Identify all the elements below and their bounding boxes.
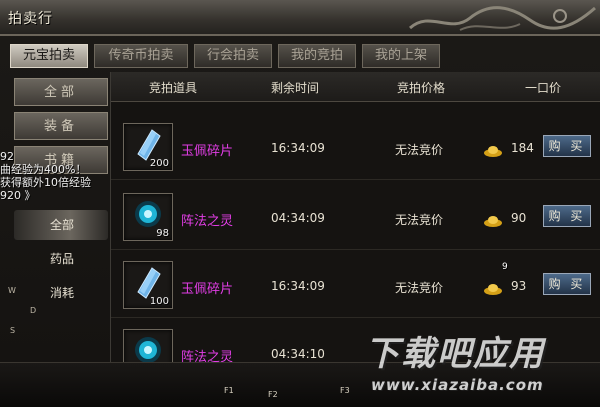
header-buyout: 一口价 [525, 81, 562, 95]
window-title: 拍卖行 [8, 11, 53, 27]
category-equipment[interactable]: 装备 [14, 112, 108, 140]
table-row[interactable]: 100 玉佩碎片 16:34:09 无法竞价 9 93 购 买 [111, 256, 600, 318]
bid-price: 无法竞价 [395, 281, 444, 295]
subtab-consumables[interactable]: 消耗 [14, 278, 108, 308]
row-divider [111, 249, 600, 250]
tab-my-listings[interactable]: 我的上架 [362, 44, 440, 68]
item-slot[interactable] [123, 329, 173, 362]
remaining-time: 16:34:09 [271, 141, 325, 155]
item-name: 玉佩碎片 [181, 282, 234, 297]
row-divider [111, 317, 600, 318]
buy-button[interactable]: 购 买 [543, 273, 591, 295]
remaining-time: 16:34:09 [271, 279, 325, 293]
header-time: 剩余时间 [271, 81, 320, 95]
hotkey-f3[interactable]: F3 [340, 386, 350, 395]
chat-line: 获得额外10倍经验 [0, 176, 91, 189]
remaining-time: 04:34:09 [271, 211, 325, 225]
dragon-ornament-icon [408, 6, 596, 31]
title-bar[interactable]: 拍卖行 [0, 0, 600, 36]
item-name: 阵法之灵 [181, 214, 234, 229]
item-name: 阵法之灵 [181, 350, 234, 362]
buy-button[interactable]: 购 买 [543, 135, 591, 157]
watermark-logo-text: 下载吧应用 [365, 334, 545, 374]
category-all[interactable]: 全部 [14, 78, 108, 106]
item-quantity: 200 [149, 158, 169, 169]
chat-line: 曲经验为400%！ [0, 163, 87, 176]
table-row[interactable]: 200 玉佩碎片 16:34:09 无法竞价 184 购 买 [111, 118, 600, 180]
overlay-number: 9 [502, 262, 508, 272]
bid-price: 无法竞价 [395, 213, 444, 227]
hotkey-f1[interactable]: F1 [224, 386, 234, 395]
item-quantity: 98 [156, 228, 169, 239]
item-slot[interactable]: 200 [123, 123, 173, 171]
chat-line: 920 》 [0, 189, 36, 202]
buyout-price: 93 [511, 279, 527, 293]
item-name: 玉佩碎片 [181, 144, 234, 159]
spirit-orb-icon [135, 201, 161, 227]
tab-my-bids[interactable]: 我的竞拍 [278, 44, 356, 68]
buyout-price: 184 [511, 141, 534, 155]
header-item: 竞拍道具 [149, 81, 198, 95]
subtab-potions[interactable]: 药品 [14, 244, 108, 274]
item-quantity: 100 [149, 296, 169, 307]
table-header: 竞拍道具 剩余时间 竞拍价格 一口价 [111, 72, 600, 102]
auction-list: 竞拍道具 剩余时间 竞拍价格 一口价 200 玉佩碎片 16:34:09 无法竞… [110, 72, 600, 362]
bid-price: 无法竞价 [395, 143, 444, 157]
item-slot[interactable]: 100 [123, 261, 173, 309]
row-divider [111, 179, 600, 180]
spirit-orb-icon [135, 337, 161, 362]
watermark-url: www.xiazaiba.com [371, 376, 544, 394]
header-price: 竞拍价格 [397, 81, 446, 95]
gold-ingot-icon [484, 284, 502, 295]
compass-d: D [30, 306, 37, 315]
remaining-time: 04:34:10 [271, 347, 325, 361]
compass-south: S [10, 326, 16, 335]
buyout-price: 90 [511, 211, 527, 225]
item-slot[interactable]: 98 [123, 193, 173, 241]
site-watermark: 下载吧应用 www.xiazaiba.com [365, 326, 595, 406]
tab-guild-auction[interactable]: 行会拍卖 [194, 44, 272, 68]
tab-yuanbao-auction[interactable]: 元宝拍卖 [10, 44, 88, 68]
auction-window: 拍卖行 元宝拍卖 传奇币拍卖 行会拍卖 我的竞拍 我的上架 全部 装备 书籍 全… [0, 0, 600, 407]
tab-coin-auction[interactable]: 传奇币拍卖 [94, 44, 188, 68]
buy-button[interactable]: 购 买 [543, 205, 591, 227]
crystal-shard-icon [137, 267, 161, 299]
crystal-shard-icon [137, 129, 161, 161]
hotkey-f2[interactable]: F2 [268, 390, 278, 399]
gold-ingot-icon [484, 216, 502, 227]
chat-line: 92 [0, 150, 14, 163]
subtab-all[interactable]: 全部 [14, 210, 108, 240]
table-row[interactable]: 98 阵法之灵 04:34:09 无法竞价 90 购 买 [111, 188, 600, 250]
chat-log: 92 曲经验为400%！ 获得额外10倍经验 920 》 [0, 150, 91, 202]
gold-ingot-icon [484, 146, 502, 157]
compass-west: W [8, 286, 16, 295]
